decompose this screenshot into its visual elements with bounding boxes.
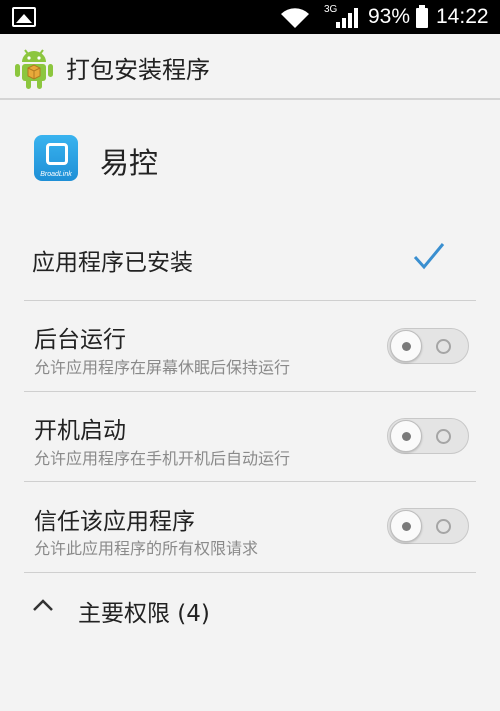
battery-icon [416, 5, 428, 28]
permissions-label: 主要权限 (4) [78, 601, 210, 627]
setting-title: 信任该应用程序 [34, 509, 195, 535]
app-icon-brand: BroadLink [40, 171, 72, 178]
auto-start-toggle[interactable] [387, 418, 469, 454]
image-icon [12, 7, 36, 27]
divider [24, 481, 476, 482]
setting-title: 后台运行 [34, 327, 126, 353]
divider [24, 391, 476, 392]
setting-subtitle: 允许此应用程序的所有权限请求 [34, 539, 259, 558]
setting-title: 开机启动 [34, 418, 126, 444]
divider [24, 572, 476, 573]
toggle-knob [390, 510, 422, 542]
chevron-up-icon [33, 599, 53, 611]
status-bar: 3G 93% 14:22 [0, 0, 500, 34]
setting-subtitle: 允许应用程序在屏幕休眠后保持运行 [34, 358, 291, 377]
action-bar: 打包安装程序 [0, 34, 500, 100]
install-status-label: 应用程序已安装 [32, 250, 193, 276]
trust-app-toggle[interactable] [387, 508, 469, 544]
wifi-icon [281, 8, 309, 29]
app-logo-shape [46, 143, 68, 165]
check-icon [413, 243, 445, 270]
toggle-knob [390, 420, 422, 452]
battery-percent: 93% [368, 5, 411, 28]
page-title: 打包安装程序 [66, 56, 210, 84]
toggle-off-indicator [436, 429, 451, 444]
app-name: 易控 [100, 146, 159, 180]
app-icon: BroadLink [34, 135, 78, 181]
android-icon[interactable] [14, 46, 54, 90]
toggle-knob [390, 330, 422, 362]
signal-icon [336, 8, 358, 28]
clock: 14:22 [436, 5, 489, 28]
background-run-toggle[interactable] [387, 328, 469, 364]
toggle-off-indicator [436, 519, 451, 534]
setting-subtitle: 允许应用程序在手机开机后自动运行 [34, 449, 291, 468]
toggle-off-indicator [436, 339, 451, 354]
divider [24, 300, 476, 301]
